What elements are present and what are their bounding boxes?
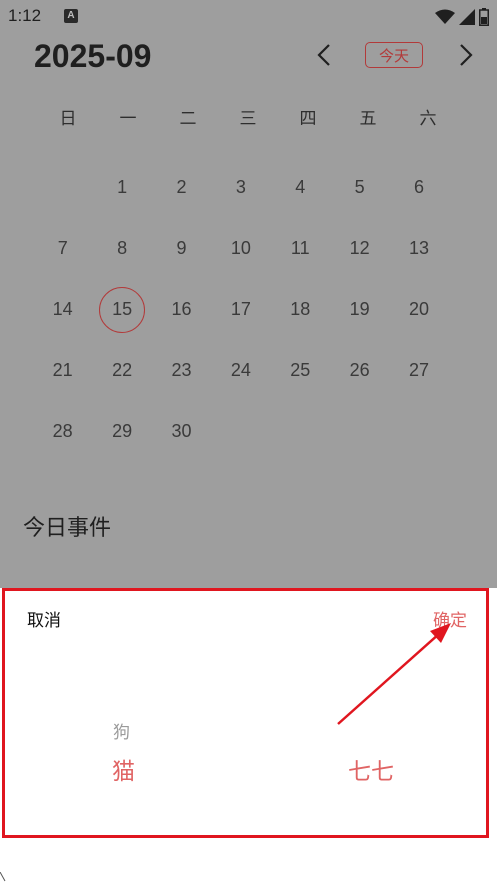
day-cell[interactable]: 7 xyxy=(33,218,92,279)
weekday-label: 四 xyxy=(299,109,317,129)
day-cell[interactable]: 27 xyxy=(389,340,448,401)
day-cell[interactable]: 2 xyxy=(152,157,211,218)
confirm-button[interactable]: 确定 xyxy=(433,606,467,631)
battery-icon xyxy=(479,8,489,26)
signal-icon xyxy=(459,9,475,25)
weekday-label: 五 xyxy=(359,109,377,129)
weekday-row: 日 一 二 三 四 五 六 xyxy=(38,104,458,129)
day-cell[interactable]: 18 xyxy=(271,279,330,340)
day-cell[interactable]: 19 xyxy=(330,279,389,340)
day-cell[interactable]: 14 xyxy=(33,279,92,340)
day-cell[interactable]: 23 xyxy=(152,340,211,401)
status-bar: 1:12 A xyxy=(0,0,497,34)
day-cell[interactable]: 21 xyxy=(33,340,92,401)
day-cell[interactable]: 28 xyxy=(33,401,92,462)
day-cell[interactable]: 26 xyxy=(330,340,389,401)
day-cell[interactable]: 22 xyxy=(92,340,151,401)
right-wheel-selected-option[interactable]: 七七 xyxy=(348,752,394,786)
day-grid: 1 2 3 4 5 6 7 8 9 10 11 12 13 14 15 16 17 18 19 20 21 22 23 24 2… xyxy=(33,157,451,462)
bottom-edge-mark xyxy=(0,872,6,882)
weekday-label: 六 xyxy=(419,109,437,129)
day-cell[interactable]: 8 xyxy=(92,218,151,279)
month-header: 2025-09 今天 xyxy=(0,34,497,84)
cancel-button[interactable]: 取消 xyxy=(27,606,61,631)
day-cell[interactable]: 24 xyxy=(211,340,270,401)
day-cell[interactable]: 11 xyxy=(271,218,330,279)
left-wheel-selected-option[interactable]: 猫 xyxy=(112,752,135,786)
day-cell[interactable]: 1 xyxy=(92,157,151,218)
left-wheel-option[interactable]: 狗 xyxy=(113,718,130,743)
day-cell[interactable]: 6 xyxy=(389,157,448,218)
picker-sheet xyxy=(0,588,497,885)
day-cell[interactable]: 12 xyxy=(330,218,389,279)
screen: 1:12 A 2025-09 今天 日 一 二 三 四 五 六 1 2 3 4 … xyxy=(0,0,497,885)
weekday-label: 二 xyxy=(179,109,197,129)
day-cell[interactable]: 10 xyxy=(211,218,270,279)
day-cell[interactable]: 29 xyxy=(92,401,151,462)
weekday-label: 三 xyxy=(239,109,257,129)
day-cell[interactable]: 25 xyxy=(271,340,330,401)
day-cell[interactable]: 5 xyxy=(330,157,389,218)
day-cell[interactable]: 30 xyxy=(152,401,211,462)
day-cell[interactable]: 9 xyxy=(152,218,211,279)
day-cell[interactable]: 17 xyxy=(211,279,270,340)
weekday-label: 一 xyxy=(119,109,137,129)
month-title: 2025-09 xyxy=(34,38,152,74)
today-button[interactable]: 今天 xyxy=(365,42,423,68)
day-cell[interactable]: 16 xyxy=(152,279,211,340)
notification-a-icon: A xyxy=(64,9,78,23)
day-cell[interactable]: 13 xyxy=(389,218,448,279)
events-title: 今日事件 xyxy=(23,516,112,541)
chevron-right-icon xyxy=(460,44,473,66)
day-cell[interactable]: 3 xyxy=(211,157,270,218)
wifi-icon xyxy=(435,9,455,24)
day-cell-empty xyxy=(33,157,92,218)
status-time: 1:12 xyxy=(8,6,42,25)
day-cell[interactable]: 20 xyxy=(389,279,448,340)
status-icons xyxy=(435,7,489,27)
calendar-area: 1:12 A 2025-09 今天 日 一 二 三 四 五 六 1 2 3 4 … xyxy=(0,0,497,588)
prev-month-button[interactable] xyxy=(312,42,338,68)
chevron-left-icon xyxy=(317,44,330,66)
weekday-label: 日 xyxy=(59,109,77,129)
day-cell-selected[interactable]: 15 xyxy=(92,279,151,340)
next-month-button[interactable] xyxy=(452,42,478,68)
day-cell[interactable]: 4 xyxy=(271,157,330,218)
